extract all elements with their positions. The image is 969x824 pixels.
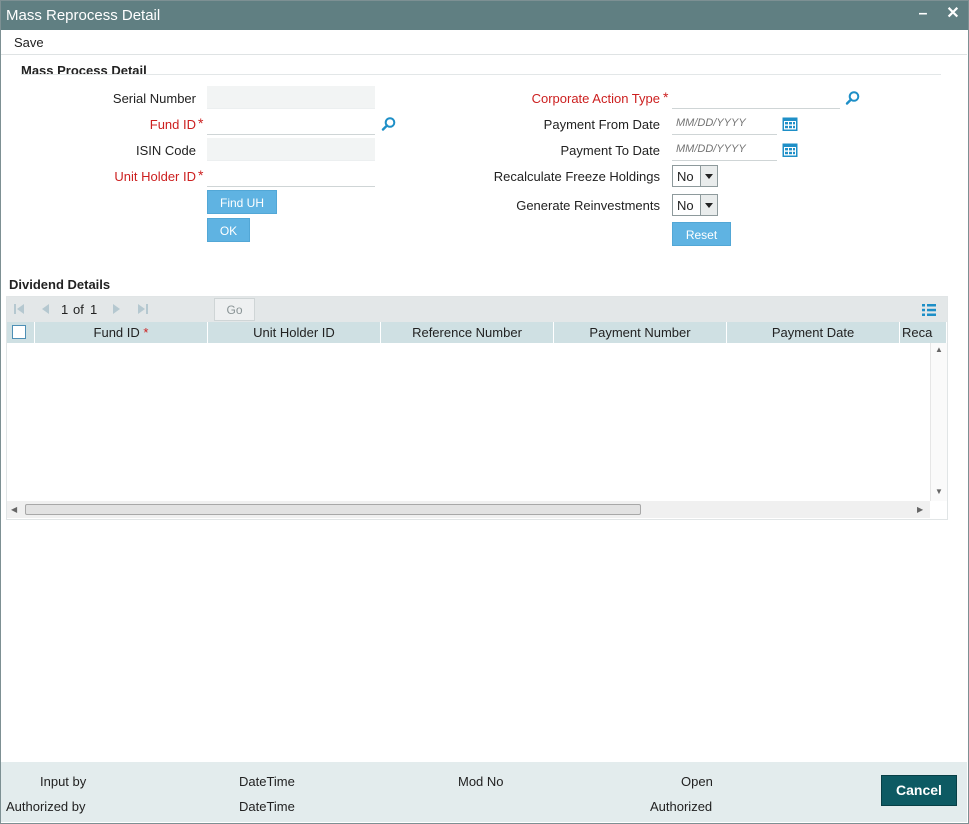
payment-from-date-label: Payment From Date <box>543 117 660 132</box>
go-button[interactable]: Go <box>214 298 255 321</box>
isin-code-field[interactable] <box>207 138 375 161</box>
generate-reinvestments-value: No <box>677 198 694 213</box>
mod-no-label: Mod No <box>458 774 504 789</box>
page-current: 1 <box>61 302 69 317</box>
reset-button[interactable]: Reset <box>672 222 731 246</box>
cancel-button[interactable]: Cancel <box>881 775 957 806</box>
page-of-label: of <box>73 302 84 317</box>
column-header-recalculate[interactable]: Reca <box>900 322 947 343</box>
section-divider <box>21 74 941 75</box>
title-bar: Mass Reprocess Detail – ✕ <box>0 0 969 30</box>
payment-from-date-field[interactable] <box>672 112 777 135</box>
window-title: Mass Reprocess Detail <box>6 7 161 24</box>
audit-footer: Input by Authorized by DateTime DateTime… <box>1 762 967 822</box>
mass-process-section-title: Mass Process Detail <box>21 63 147 78</box>
chevron-down-icon[interactable] <box>700 195 717 215</box>
column-header-reference-number[interactable]: Reference Number <box>381 322 554 343</box>
payment-to-date-label: Payment To Date <box>560 143 660 158</box>
ok-button[interactable]: OK <box>207 218 250 242</box>
first-page-icon[interactable] <box>11 301 27 317</box>
recalculate-freeze-holdings-label: Recalculate Freeze Holdings <box>493 169 660 184</box>
scroll-down-icon[interactable]: ▼ <box>935 487 943 496</box>
required-star: * <box>663 89 669 105</box>
vertical-scrollbar[interactable]: ▲ ▼ <box>930 343 947 501</box>
recalculate-freeze-holdings-select[interactable]: No <box>672 165 718 187</box>
column-fund-id-label: Fund ID <box>93 325 140 340</box>
column-header-payment-date[interactable]: Payment Date <box>727 322 900 343</box>
next-page-icon[interactable] <box>109 301 125 317</box>
last-page-icon[interactable] <box>135 301 151 317</box>
generate-reinvestments-select[interactable]: No <box>672 194 718 216</box>
page-total: 1 <box>90 302 98 317</box>
scroll-up-icon[interactable]: ▲ <box>935 345 943 354</box>
dividend-grid: 1 of 1 Go Fund ID * Unit Holder ID Refer… <box>6 296 948 520</box>
search-icon[interactable] <box>381 116 397 132</box>
corporate-action-type-label-text: Corporate Action Type <box>531 91 660 106</box>
search-icon[interactable] <box>845 90 861 106</box>
column-header-payment-number[interactable]: Payment Number <box>554 322 727 343</box>
save-menu-item[interactable]: Save <box>14 35 44 50</box>
column-list-icon[interactable] <box>921 302 937 318</box>
authorized-label: Authorized <box>650 799 713 814</box>
select-all-cell <box>7 322 35 343</box>
grid-toolbar: 1 of 1 Go <box>7 297 947 322</box>
generate-reinvestments-label: Generate Reinvestments <box>516 198 660 213</box>
corporate-action-type-label: Corporate Action Type <box>470 91 660 106</box>
column-header-unit-holder-id[interactable]: Unit Holder ID <box>208 322 381 343</box>
unit-holder-id-field[interactable] <box>207 164 375 187</box>
scroll-right-icon[interactable]: ▶ <box>917 505 923 514</box>
dividend-section-title: Dividend Details <box>9 277 111 292</box>
required-star: * <box>143 325 149 340</box>
input-by-label: Input by <box>40 774 87 789</box>
open-label: Open <box>681 774 713 789</box>
required-star: * <box>198 115 204 131</box>
authorized-by-label: Authorized by <box>6 799 86 814</box>
scrollbar-thumb[interactable] <box>25 504 641 515</box>
menu-bar: Save <box>1 30 967 55</box>
unit-holder-id-label: Unit Holder ID <box>60 169 196 184</box>
payment-to-date-field[interactable] <box>672 138 777 161</box>
select-all-checkbox[interactable] <box>12 325 26 339</box>
required-star: * <box>198 167 204 183</box>
unit-holder-id-label-text: Unit Holder ID <box>114 169 196 184</box>
chevron-down-icon[interactable] <box>700 166 717 186</box>
fund-id-label-text: Fund ID <box>149 117 196 132</box>
fund-id-field[interactable] <box>207 112 375 135</box>
minimize-icon[interactable]: – <box>913 4 933 24</box>
datetime-label: DateTime <box>239 799 295 814</box>
fund-id-label: Fund ID <box>60 117 196 132</box>
grid-header: Fund ID * Unit Holder ID Reference Numbe… <box>7 322 947 343</box>
corporate-action-type-field[interactable] <box>672 86 840 109</box>
horizontal-scrollbar[interactable]: ◀ ▶ <box>7 501 930 518</box>
isin-code-label: ISIN Code <box>136 143 196 158</box>
scroll-left-icon[interactable]: ◀ <box>11 505 17 514</box>
column-header-fund-id[interactable]: Fund ID * <box>35 322 208 343</box>
find-uh-button[interactable]: Find UH <box>207 190 277 214</box>
previous-page-icon[interactable] <box>37 301 53 317</box>
datetime-label: DateTime <box>239 774 295 789</box>
calendar-icon[interactable] <box>782 142 798 158</box>
serial-number-field[interactable] <box>207 86 375 109</box>
recalculate-freeze-holdings-value: No <box>677 169 694 184</box>
close-icon[interactable]: ✕ <box>943 4 963 24</box>
calendar-icon[interactable] <box>782 116 798 132</box>
serial-number-label: Serial Number <box>112 91 196 106</box>
